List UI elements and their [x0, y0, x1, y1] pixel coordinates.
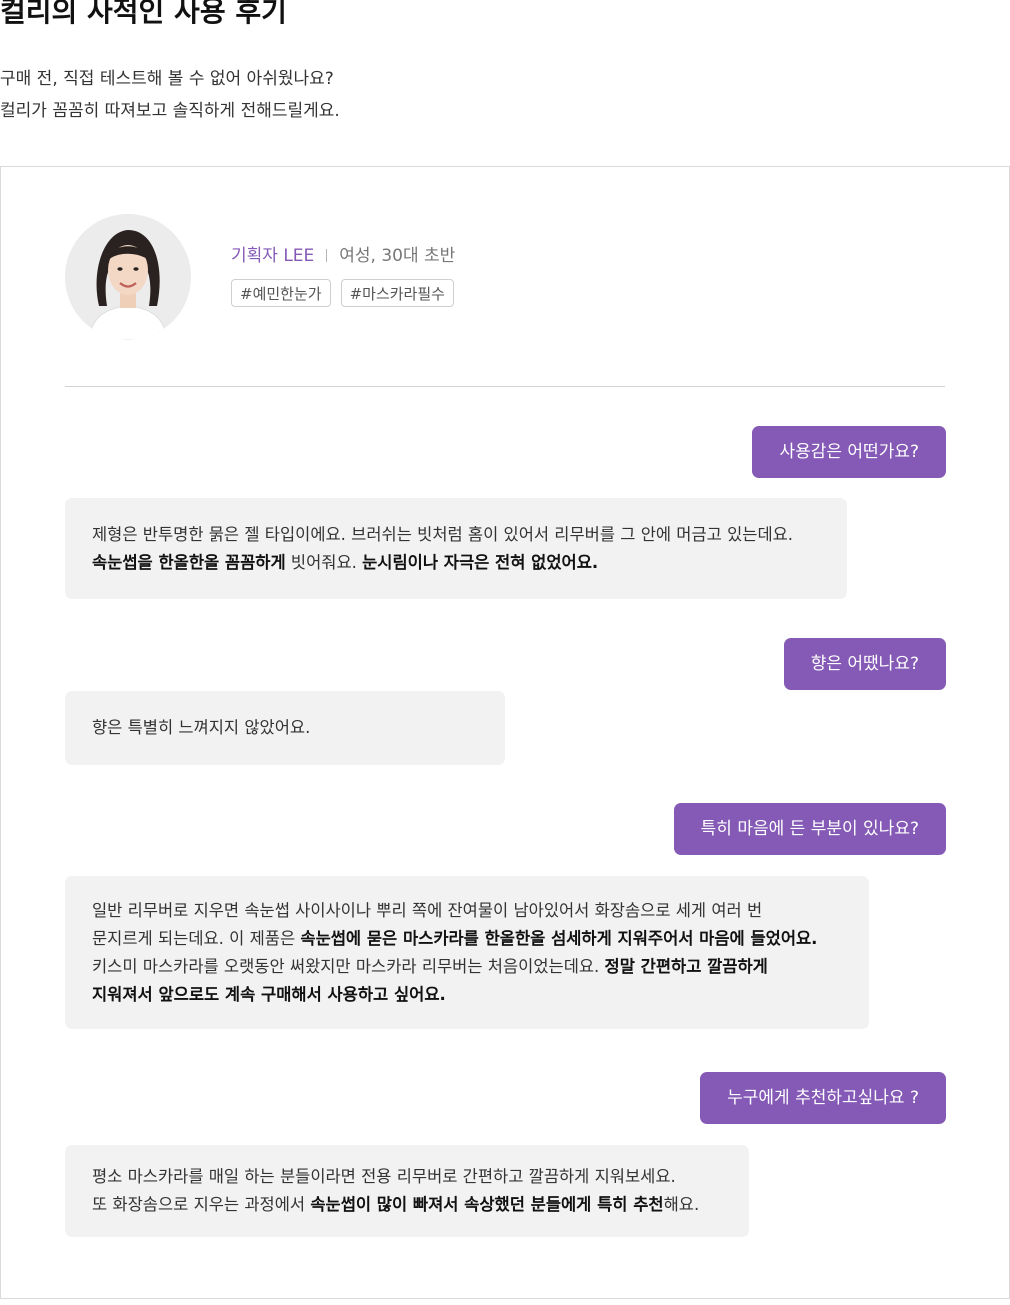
answer-line: 제형은 반투명한 묽은 젤 타입이에요. 브러쉬는 빗처럼 홈이 있어서 리무버… [92, 521, 820, 549]
answer-line: 지워져서 앞으로도 계속 구매해서 사용하고 싶어요. [92, 981, 842, 1009]
answer-text: 해요. [663, 1195, 700, 1214]
name-separator [326, 249, 328, 262]
divider [65, 386, 945, 387]
answer-bold-text: 속눈썹에 묻은 마스카라를 한올한올 섬세하게 지워주어서 마음에 들었어요. [300, 928, 818, 948]
reviewer-meta: 여성, 30대 초반 [339, 246, 456, 266]
answer-line: 향은 특별히 느껴지지 않았어요. [92, 714, 478, 742]
tag-list: #예민한눈가 #마스카라필수 [231, 279, 454, 307]
answer-line: 일반 리무버로 지우면 속눈썹 사이사이나 뿌리 쪽에 잔여물이 남아있어서 화… [92, 897, 842, 925]
review-card: 기획자 LEE 여성, 30대 초반 #예민한눈가 #마스카라필수 사용감은 어떤… [0, 166, 1010, 1299]
answer-line: 평소 마스카라를 매일 하는 분들이라면 전용 리무버로 간편하고 깔끔하게 지… [92, 1163, 722, 1191]
answer-text: 빗어줘요. [285, 552, 363, 572]
question-bubble: 누구에게 추천하고싶나요 ? [700, 1072, 946, 1124]
intro-line: 컬리가 꼼꼼히 따져보고 솔직하게 전해드릴게요. [0, 101, 340, 121]
avatar [65, 214, 191, 340]
reviewer-photo-icon [65, 214, 191, 340]
answer-text: 키스미 마스카라를 오랫동안 써왔지만 마스카라 리무버는 처음이었는데요. [92, 956, 605, 976]
answer-text: 평소 마스카라를 매일 하는 분들이라면 전용 리무버로 간편하고 깔끔하게 지… [92, 1167, 676, 1186]
answer-text: 또 화장솜으로 지우는 과정에서 [92, 1195, 311, 1214]
answer-text: 문지르게 되는데요. 이 제품은 [92, 928, 301, 948]
answer-text: 제형은 반투명한 묽은 젤 타입이에요. 브러쉬는 빗처럼 홈이 있어서 리무버… [92, 524, 794, 544]
answer-bold-text: 속눈썹이 많이 빠져서 속상했던 분들에게 특히 추천 [310, 1195, 664, 1214]
question-bubble: 향은 어땠나요? [783, 638, 946, 690]
answer-bubble: 일반 리무버로 지우면 속눈썹 사이사이나 뿌리 쪽에 잔여물이 남아있어서 화… [65, 876, 869, 1029]
answer-line: 문지르게 되는데요. 이 제품은 속눈썹에 묻은 마스카라를 한올한올 섬세하게… [92, 925, 842, 953]
answer-line: 키스미 마스카라를 오랫동안 써왔지만 마스카라 리무버는 처음이었는데요. 정… [92, 953, 842, 981]
question-bubble: 특히 마음에 든 부분이 있나요? [673, 803, 946, 855]
answer-bubble: 제형은 반투명한 묽은 젤 타입이에요. 브러쉬는 빗처럼 홈이 있어서 리무버… [65, 498, 847, 599]
answer-text: 일반 리무버로 지우면 속눈썹 사이사이나 뿌리 쪽에 잔여물이 남아있어서 화… [92, 900, 763, 920]
answer-bubble: 평소 마스카라를 매일 하는 분들이라면 전용 리무버로 간편하고 깔끔하게 지… [65, 1145, 749, 1237]
question-bubble: 사용감은 어떤가요? [752, 426, 946, 478]
answer-text: 향은 특별히 느껴지지 않았어요. [92, 718, 311, 737]
answer-bold-text: 정말 간편하고 깔끔하게 [604, 956, 768, 976]
answer-bold-text: 속눈썹을 한올한올 꼼꼼하게 [92, 552, 286, 572]
hashtag: #예민한눈가 [231, 279, 331, 307]
page-title: 컬리의 사적인 사용 후기 [0, 0, 287, 28]
answer-bold-text: 지워져서 앞으로도 계속 구매해서 사용하고 싶어요. [92, 984, 446, 1004]
answer-line: 속눈썹을 한올한올 꼼꼼하게 빗어줘요. 눈시림이나 자극은 전혀 없었어요. [92, 549, 820, 577]
profile-name: 기획자 LEE 여성, 30대 초반 [231, 241, 455, 266]
hashtag: #마스카라필수 [340, 279, 454, 307]
answer-line: 또 화장솜으로 지우는 과정에서 속눈썹이 많이 빠져서 속상했던 분들에게 특… [92, 1191, 722, 1219]
answer-bold-text: 눈시림이나 자극은 전혀 없었어요. [362, 552, 599, 572]
intro-text: 구매 전, 직접 테스트해 볼 수 없어 아쉬웠나요? 컬리가 꼼꼼히 따져보고… [0, 63, 340, 127]
answer-bubble: 향은 특별히 느껴지지 않았어요. [65, 691, 505, 765]
reviewer-role: 기획자 LEE [231, 246, 315, 266]
intro-line: 구매 전, 직접 테스트해 볼 수 없어 아쉬웠나요? [0, 69, 334, 89]
